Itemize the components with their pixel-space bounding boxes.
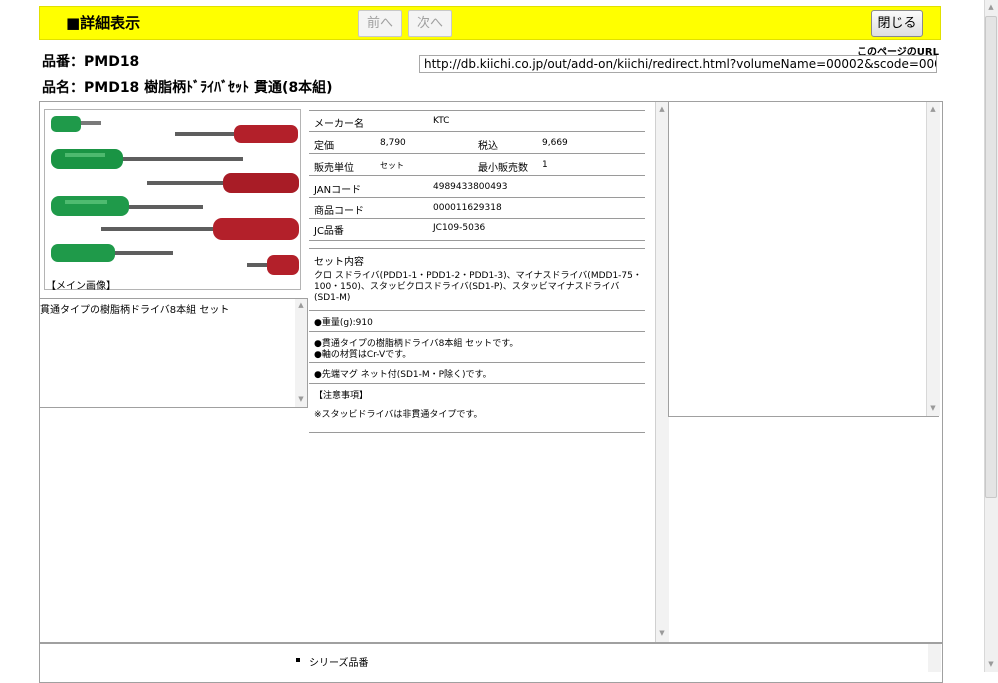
page-url-field[interactable]: http://db.kiichi.co.jp/out/add-on/kiichi… <box>419 55 937 73</box>
scroll-up-icon[interactable]: ▲ <box>927 105 939 113</box>
notes-label: 【注意事項】 <box>314 391 369 401</box>
image-caption: 【メイン画像】 <box>46 281 116 292</box>
related-panel <box>668 102 939 417</box>
weight-text: ●重量(g):910 <box>314 318 373 328</box>
series-panel <box>39 643 943 683</box>
table-divider <box>309 331 645 332</box>
red-screwdriver-4 <box>247 255 299 275</box>
jan-value: 4989433800493 <box>433 182 508 192</box>
maker-label: メーカー名 <box>314 119 364 130</box>
spec-scrollbar[interactable] <box>655 102 669 642</box>
feature-text: ●軸の材質はCr-Vです。 <box>314 350 412 360</box>
scroll-down-icon[interactable]: ▼ <box>985 660 997 668</box>
unit-value: セット <box>380 161 404 170</box>
set-contents-value: クロ スドライバ(PDD1-1・PDD1-2・PDD1-3)、マイナスドライバ(… <box>314 271 642 303</box>
close-button[interactable]: 閉じる <box>871 10 923 37</box>
table-divider <box>309 175 645 176</box>
tax-label: 税込 <box>478 141 498 152</box>
table-divider <box>309 383 645 384</box>
related-scrollbar[interactable] <box>926 102 940 416</box>
tax-value: 9,669 <box>542 138 568 148</box>
jc-value: JC109-5036 <box>433 223 486 233</box>
red-screwdriver-3 <box>101 218 299 240</box>
table-divider <box>309 218 645 219</box>
description-scrollbar[interactable] <box>295 299 307 407</box>
price-value: 8,790 <box>380 138 406 148</box>
table-divider <box>309 197 645 198</box>
red-screwdriver-1 <box>175 125 298 143</box>
item-code-value: 000011629318 <box>433 203 502 213</box>
green-screwdriver-2 <box>51 149 243 169</box>
scroll-down-icon[interactable]: ▼ <box>927 404 939 412</box>
table-divider <box>309 310 645 311</box>
table-divider <box>309 248 645 249</box>
jc-label: JC品番 <box>314 226 344 237</box>
item-code-label: 商品コード <box>314 206 364 217</box>
description-textarea[interactable]: 貫通タイプの樹脂柄ドライバ8本組 セット <box>39 298 308 408</box>
green-screwdriver-1 <box>51 116 101 132</box>
table-divider <box>309 240 645 241</box>
table-divider <box>309 110 645 111</box>
product-code: 品番：PMD18 <box>42 54 140 70</box>
green-screwdriver-3 <box>51 196 203 216</box>
scroll-up-icon[interactable]: ▲ <box>656 105 668 113</box>
prev-button[interactable]: 前へ <box>358 10 402 37</box>
product-name: 品名：PMD18 樹脂柄ﾄﾞﾗｲﾊﾞｾｯﾄ 貫通(8本組) <box>42 80 333 96</box>
table-divider <box>309 153 645 154</box>
min-qty-label: 最小販売数 <box>478 163 528 174</box>
series-label: シリーズ品番 <box>309 658 369 669</box>
next-button[interactable]: 次へ <box>408 10 452 37</box>
price-label: 定価 <box>314 141 334 152</box>
set-contents-label: セット内容 <box>314 257 364 268</box>
scroll-down-icon[interactable]: ▼ <box>656 629 668 637</box>
description-text: 貫通タイプの樹脂柄ドライバ8本組 セット <box>40 305 230 316</box>
table-divider <box>309 131 645 132</box>
unit-label: 販売単位 <box>314 163 354 174</box>
product-image <box>44 109 301 290</box>
feature-text: ●先端マグ ネット付(SD1-M・P除く)です。 <box>314 370 492 380</box>
table-divider <box>309 362 645 363</box>
green-screwdriver-4 <box>51 244 173 262</box>
scroll-down-icon[interactable]: ▼ <box>295 395 307 403</box>
min-qty-value: 1 <box>542 160 548 170</box>
scroll-up-icon[interactable]: ▲ <box>295 301 307 309</box>
table-divider <box>309 432 645 433</box>
jan-label: JANコード <box>314 185 362 196</box>
bullet-icon <box>296 658 300 662</box>
page-title: ■詳細表示 <box>66 14 141 32</box>
scroll-up-icon[interactable]: ▲ <box>985 3 997 11</box>
notes-value: ※スタッビドライバは非貫通タイプです。 <box>314 410 483 420</box>
maker-value: KTC <box>433 116 450 126</box>
window-scrollbar-thumb[interactable] <box>985 16 997 498</box>
header-bar <box>39 6 941 40</box>
series-scrollbar[interactable] <box>928 644 941 672</box>
screwdriver-set-image <box>51 116 299 275</box>
red-screwdriver-2 <box>147 173 299 193</box>
